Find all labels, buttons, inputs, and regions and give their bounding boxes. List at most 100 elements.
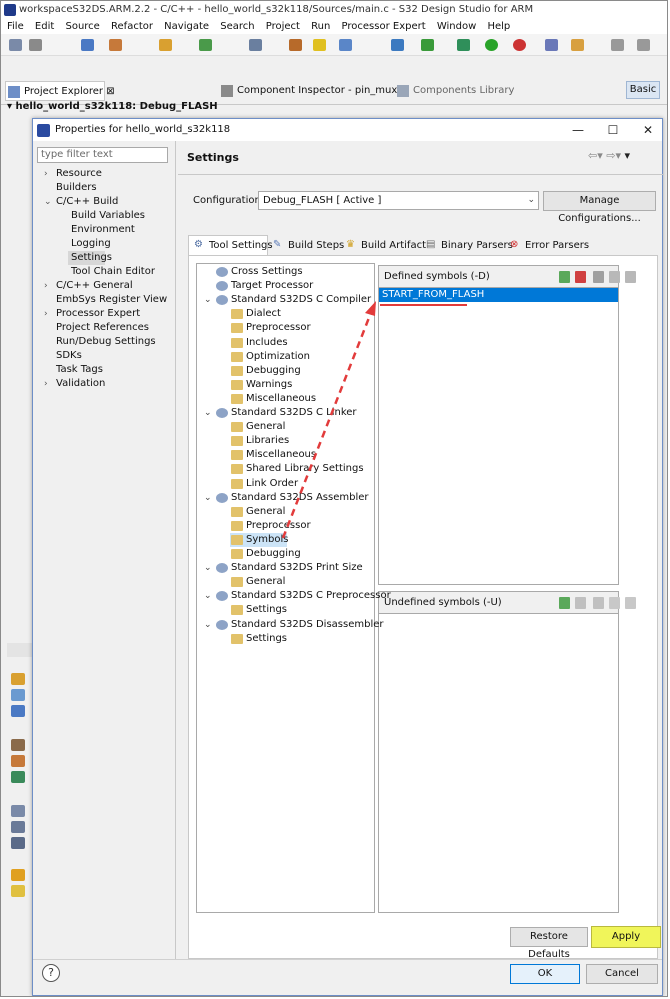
menu-source[interactable]: Source: [65, 21, 99, 32]
save-icon[interactable]: [29, 39, 42, 51]
tool-tree-item-standard-s32ds-c-linker[interactable]: ⌄ Standard S32DS C Linker: [204, 406, 357, 420]
key-icon[interactable]: [11, 885, 25, 897]
menu-help[interactable]: Help: [487, 21, 510, 32]
move-down-icon[interactable]: [625, 271, 636, 283]
menu-edit[interactable]: Edit: [35, 21, 54, 32]
tool-icon[interactable]: [11, 837, 25, 849]
tree-item-tool-chain-editor[interactable]: Tool Chain Editor: [71, 265, 155, 279]
chevron-down-icon[interactable]: ⌄: [204, 618, 212, 632]
tool-tree-item-cross-settings[interactable]: Cross Settings: [215, 265, 303, 279]
add-icon[interactable]: [559, 597, 570, 609]
folder-icon[interactable]: [11, 673, 25, 685]
run-icon[interactable]: [485, 39, 498, 51]
tool-tree-item-dialect[interactable]: Dialect: [230, 307, 281, 321]
chevron-down-icon[interactable]: ⌄: [204, 589, 212, 603]
minimize-icon[interactable]: —: [563, 121, 593, 139]
file-icon[interactable]: [391, 39, 404, 51]
restore-defaults-button[interactable]: Restore Defaults: [510, 927, 588, 960]
tool-tree-item-preprocessor[interactable]: Preprocessor: [230, 321, 311, 335]
tab-component-inspector[interactable]: Component Inspector - pin_mux: [219, 81, 397, 101]
hammer-icon[interactable]: [11, 739, 25, 751]
defined-symbol-item[interactable]: START_FROM_FLASH: [379, 288, 618, 302]
back-arrow-icon[interactable]: ⇦▾: [588, 149, 603, 162]
manage-configurations-button[interactable]: Manage Configurations...: [543, 191, 656, 224]
view-menu-icon[interactable]: ▾: [625, 149, 631, 162]
tool-tree-item-settings[interactable]: Settings: [230, 632, 287, 646]
tab-error-parsers[interactable]: ⊗ Error Parsers: [507, 237, 589, 254]
tool-tree-item-standard-s32ds-print-size[interactable]: ⌄ Standard S32DS Print Size: [204, 561, 363, 575]
tool-tree-item-debugging[interactable]: Debugging: [230, 364, 301, 378]
tree-item-logging[interactable]: Logging: [71, 237, 111, 251]
back-icon[interactable]: [611, 39, 624, 51]
menu-refactor[interactable]: Refactor: [111, 21, 153, 32]
menu-processor-expert[interactable]: Processor Expert: [342, 21, 426, 32]
menu-search[interactable]: Search: [220, 21, 254, 32]
tool-tree-item-standard-s32ds-assembler[interactable]: ⌄ Standard S32DS Assembler: [204, 491, 369, 505]
tool-tree-item-includes[interactable]: Includes: [230, 336, 288, 350]
chevron-down-icon[interactable]: ⌄: [204, 491, 212, 505]
tool-tree-item-warnings[interactable]: Warnings: [230, 378, 292, 392]
stop-icon[interactable]: [513, 39, 526, 51]
tree-item-sdks[interactable]: SDKs: [56, 349, 82, 363]
panel-divider[interactable]: [175, 141, 176, 959]
tool-icon[interactable]: [11, 821, 25, 833]
stack-icon[interactable]: [11, 705, 25, 717]
brush-icon[interactable]: [11, 755, 25, 767]
tab-build-artifact[interactable]: ♛ Build Artifact: [343, 237, 426, 254]
cancel-button[interactable]: Cancel: [586, 964, 658, 984]
maximize-icon[interactable]: ☐: [598, 121, 628, 139]
tree-item-build-variables[interactable]: Build Variables: [71, 209, 145, 223]
delete-icon[interactable]: [575, 597, 586, 609]
tool-tree-item-standard-s32ds-c-preprocessor[interactable]: ⌄ Standard S32DS C Preprocessor: [204, 589, 391, 603]
add-icon[interactable]: [559, 271, 570, 283]
tool-tree-item-general[interactable]: General: [230, 505, 285, 519]
chevron-down-icon[interactable]: ⌄: [204, 293, 212, 307]
tool-tree-item-link-order[interactable]: Link Order: [230, 477, 298, 491]
file-icon[interactable]: [11, 689, 25, 701]
tool-icon[interactable]: [11, 805, 25, 817]
tool-tree-item-symbols[interactable]: Symbols: [230, 533, 288, 547]
debug-icon[interactable]: [457, 39, 470, 51]
menu-navigate[interactable]: Navigate: [164, 21, 209, 32]
bug-icon[interactable]: [11, 771, 25, 783]
filter-input[interactable]: type filter text: [37, 147, 168, 163]
pencil-icon[interactable]: [571, 39, 584, 51]
document-icon[interactable]: [339, 39, 352, 51]
link-icon[interactable]: [11, 869, 25, 881]
menu-run[interactable]: Run: [311, 21, 330, 32]
tool-tree-item-miscellaneous[interactable]: Miscellaneous: [230, 448, 316, 462]
build-icon[interactable]: [109, 39, 122, 51]
menu-project[interactable]: Project: [266, 21, 300, 32]
move-up-icon[interactable]: [609, 271, 620, 283]
tool-tree-item-optimization[interactable]: Optimization: [230, 350, 310, 364]
tree-item-resource[interactable]: › Resource: [44, 167, 102, 181]
tree-item-builders[interactable]: Builders: [56, 181, 97, 195]
tree-item-cc-build[interactable]: ⌄ C/C++ Build: [44, 195, 118, 209]
tree-item-project-references[interactable]: Project References: [56, 321, 149, 335]
tab-tool-settings[interactable]: ⚙ Tool Settings: [191, 237, 273, 254]
close-icon[interactable]: ⊠: [106, 86, 114, 97]
chevron-down-icon[interactable]: ⌄: [204, 561, 212, 575]
globe-icon[interactable]: [545, 39, 558, 51]
help-icon[interactable]: ?: [42, 964, 60, 982]
forward-icon[interactable]: [637, 39, 650, 51]
configuration-select[interactable]: Debug_FLASH [ Active ] ⌄: [258, 191, 539, 210]
tree-item-environment[interactable]: Environment: [71, 223, 135, 237]
tool-tree-item-debugging[interactable]: Debugging: [230, 547, 301, 561]
tool-tree-item-general[interactable]: General: [230, 575, 285, 589]
tree-item-cc-general[interactable]: › C/C++ General: [44, 279, 133, 293]
perspective-basic-button[interactable]: Basic: [626, 81, 660, 99]
edit-icon[interactable]: [593, 597, 604, 609]
ok-button[interactable]: OK: [510, 964, 580, 984]
move-down-icon[interactable]: [625, 597, 636, 609]
tool-tree-item-preprocessor[interactable]: Preprocessor: [230, 519, 311, 533]
close-icon[interactable]: ✕: [633, 121, 663, 139]
folder-icon[interactable]: [159, 39, 172, 51]
tool-tree-item-standard-s32ds-disassembler[interactable]: ⌄ Standard S32DS Disassembler: [204, 618, 384, 632]
tool-tree-item-miscellaneous[interactable]: Miscellaneous: [230, 392, 316, 406]
monitor-icon[interactable]: [199, 39, 212, 51]
settings-icon[interactable]: [81, 39, 94, 51]
tool-tree-item-libraries[interactable]: Libraries: [230, 434, 289, 448]
tab-project-explorer[interactable]: Project Explorer ⊠: [5, 81, 115, 101]
new-icon[interactable]: [9, 39, 22, 51]
